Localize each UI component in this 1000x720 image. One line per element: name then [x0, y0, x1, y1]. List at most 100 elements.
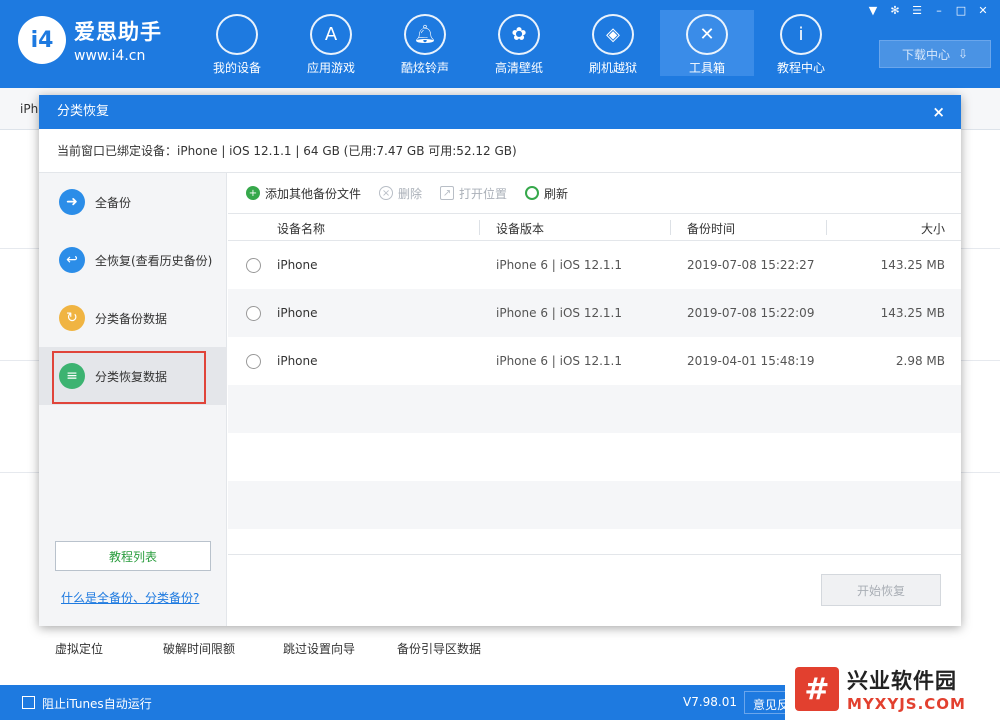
row-radio[interactable]	[246, 258, 261, 273]
window-controls: ▼ ✻ ☰ – □ ✕	[862, 3, 994, 19]
delete-button[interactable]: × 删除	[379, 185, 422, 202]
menu-icon[interactable]: ☰	[906, 3, 928, 19]
side-item-label: 分类备份数据	[95, 311, 168, 326]
cell-name: iPhone	[277, 258, 318, 272]
nav-my-device[interactable]: 我的设备	[190, 10, 284, 76]
start-restore-button[interactable]: 开始恢复	[821, 574, 941, 606]
cell-version: iPhone 6 | iOS 12.1.1	[496, 306, 623, 320]
empty-row	[228, 433, 961, 481]
skin-icon[interactable]: ▼	[862, 3, 884, 19]
dialog-footer: 开始恢复	[228, 554, 961, 626]
side-item-label: 全恢复(查看历史备份)	[95, 253, 213, 268]
plus-icon: +	[246, 186, 260, 200]
add-backup-button[interactable]: + 添加其他备份文件	[246, 185, 361, 202]
main-nav: 我的设备 A 应用游戏 🔔︎ 酷炫铃声 ✿ 高清壁纸 ◈ 刷机越狱 ✕ 工具箱 …	[190, 10, 848, 76]
col-backup-time[interactable]: 备份时间	[687, 220, 735, 237]
divider	[670, 220, 671, 235]
empty-row	[228, 385, 961, 433]
itunes-checkbox[interactable]	[22, 696, 35, 709]
cell-name: iPhone	[277, 306, 318, 320]
row-radio[interactable]	[246, 354, 261, 369]
cell-size: 143.25 MB	[880, 258, 945, 272]
background-device-tab[interactable]: iPh	[20, 102, 38, 116]
tool-screen-time[interactable]: 破解时间限额	[163, 640, 235, 657]
backup-category-icon: ↻	[59, 305, 85, 331]
side-full-restore[interactable]: ↩ 全恢复(查看历史备份)	[39, 231, 227, 289]
side-item-label: 全备份	[95, 195, 132, 210]
apple-icon	[216, 14, 258, 55]
nav-label: 应用游戏	[306, 61, 355, 75]
tool-skip-setup[interactable]: 跳过设置向导	[283, 640, 355, 657]
folder-icon: ↗	[440, 186, 455, 200]
empty-row	[228, 481, 961, 529]
delete-label: 删除	[398, 186, 423, 201]
divider	[826, 220, 827, 235]
flower-icon: ✿	[498, 14, 540, 55]
nav-flash[interactable]: ◈ 刷机越狱	[566, 10, 660, 76]
watermark-url: MYXYJS.COM	[847, 695, 966, 713]
nav-label: 刷机越狱	[588, 61, 637, 75]
dialog-main: + 添加其他备份文件 × 删除 ↗ 打开位置 刷新 设备名称 设备版本 备份时间	[228, 173, 961, 626]
open-location-button[interactable]: ↗ 打开位置	[440, 185, 507, 202]
minimize-icon[interactable]: –	[928, 3, 950, 19]
nav-label: 酷炫铃声	[400, 61, 449, 75]
watermark-title: 兴业软件园	[847, 669, 957, 693]
logo-mark: i4	[18, 16, 66, 64]
top-header: i4 爱思助手 www.i4.cn 我的设备 A 应用游戏 🔔︎ 酷炫铃声 ✿ …	[0, 0, 1000, 88]
dialog-close-button[interactable]: ×	[932, 95, 945, 129]
col-device-version[interactable]: 设备版本	[496, 220, 544, 237]
side-full-backup[interactable]: ➜ 全备份	[39, 173, 227, 231]
bell-icon: 🔔︎	[404, 14, 446, 55]
nav-wallpapers[interactable]: ✿ 高清壁纸	[472, 10, 566, 76]
cell-version: iPhone 6 | iOS 12.1.1	[496, 354, 623, 368]
table-header: 设备名称 设备版本 备份时间 大小	[228, 213, 961, 241]
nav-tutorials[interactable]: i 教程中心	[754, 10, 848, 76]
tools-icon: ✕	[686, 14, 728, 55]
arrow-back-icon: ↩	[59, 247, 85, 273]
dialog-titlebar: 分类恢复 ×	[39, 95, 961, 129]
dialog-sidebar: ➜ 全备份 ↩ 全恢复(查看历史备份) ↻ 分类备份数据 ≡ 分类恢复数据 教程…	[39, 173, 227, 626]
table-row[interactable]: iPhone iPhone 6 | iOS 12.1.1 2019-07-08 …	[228, 241, 961, 289]
download-icon: ⇩	[957, 47, 969, 61]
nav-label: 我的设备	[212, 61, 261, 75]
category-restore-dialog: 分类恢复 × 当前窗口已绑定设备：iPhone | iOS 12.1.1 | 6…	[39, 95, 961, 626]
add-backup-label: 添加其他备份文件	[265, 186, 362, 201]
nav-label: 教程中心	[776, 61, 825, 75]
nav-toolbox[interactable]: ✕ 工具箱	[660, 10, 754, 76]
cell-time: 2019-07-08 15:22:27	[687, 258, 815, 272]
table-row[interactable]: iPhone iPhone 6 | iOS 12.1.1 2019-07-08 …	[228, 289, 961, 337]
download-center-button[interactable]: 下载中心 ⇩	[879, 40, 991, 68]
nav-ringtones[interactable]: 🔔︎ 酷炫铃声	[378, 10, 472, 76]
appstore-icon: A	[310, 14, 352, 55]
download-label: 下载中心	[901, 47, 950, 62]
watermark: # 兴业软件园 MYXYJS.COM	[785, 658, 1000, 720]
refresh-label: 刷新	[544, 186, 569, 201]
tutorial-list-button[interactable]: 教程列表	[55, 541, 211, 571]
version-label: V7.98.01	[683, 695, 738, 709]
open-location-label: 打开位置	[459, 186, 508, 201]
row-radio[interactable]	[246, 306, 261, 321]
table-row[interactable]: iPhone iPhone 6 | iOS 12.1.1 2019-04-01 …	[228, 337, 961, 385]
cell-time: 2019-04-01 15:48:19	[687, 354, 815, 368]
tool-backup-boot[interactable]: 备份引导区数据	[397, 640, 481, 657]
col-device-name[interactable]: 设备名称	[277, 220, 325, 237]
tool-virtual-location[interactable]: 虚拟定位	[55, 640, 103, 657]
divider	[479, 220, 480, 235]
side-category-backup[interactable]: ↻ 分类备份数据	[39, 289, 227, 347]
box-icon: ◈	[592, 14, 634, 55]
help-link[interactable]: 什么是全备份、分类备份?	[61, 589, 199, 606]
close-icon[interactable]: ✕	[972, 3, 994, 19]
maximize-icon[interactable]: □	[950, 3, 972, 19]
settings-icon[interactable]: ✻	[884, 3, 906, 19]
cell-size: 143.25 MB	[880, 306, 945, 320]
app-logo: i4 爱思助手 www.i4.cn	[18, 16, 162, 64]
col-size[interactable]: 大小	[921, 220, 945, 237]
cell-version: iPhone 6 | iOS 12.1.1	[496, 258, 623, 272]
nav-apps[interactable]: A 应用游戏	[284, 10, 378, 76]
nav-label: 工具箱	[688, 61, 725, 75]
nav-label: 高清壁纸	[494, 61, 543, 75]
refresh-button[interactable]: 刷新	[525, 185, 568, 202]
selection-highlight-box	[52, 351, 206, 404]
itunes-label: 阻止iTunes自动运行	[42, 697, 152, 711]
app-name: 爱思助手	[74, 20, 162, 44]
